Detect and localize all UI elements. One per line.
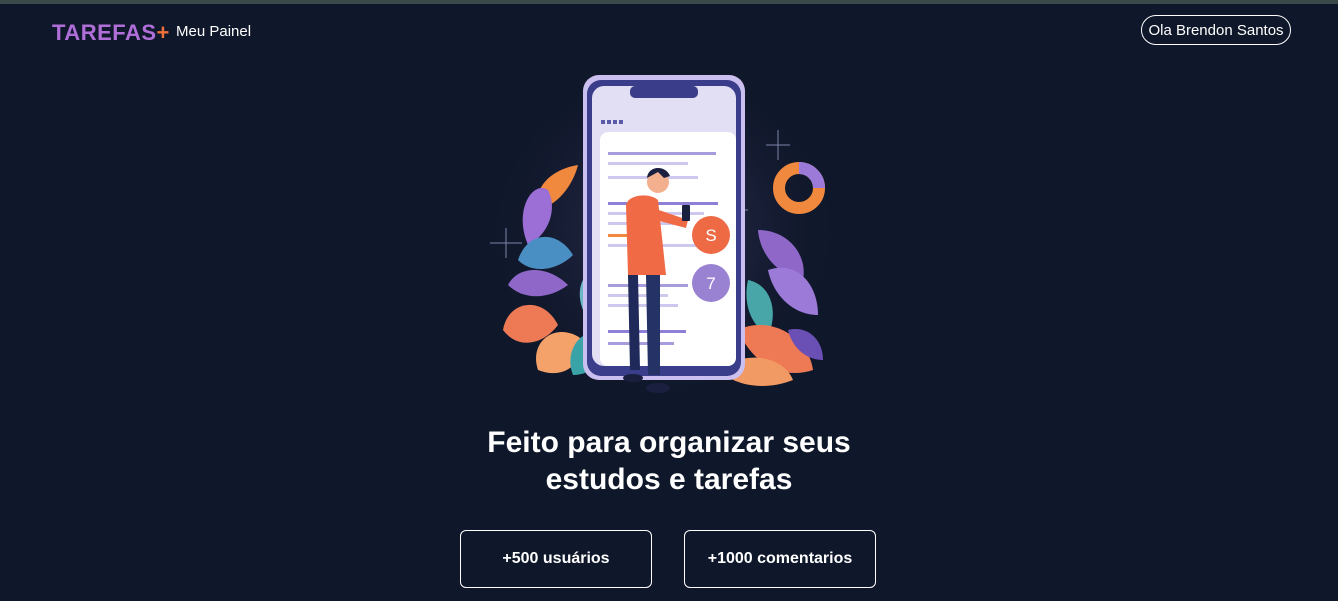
svg-text:7: 7 xyxy=(706,274,715,293)
svg-text:S: S xyxy=(705,226,716,245)
stat-label: +500 usuários xyxy=(502,550,610,567)
stat-card-comments: +1000 comentarios xyxy=(684,530,876,588)
hero-title: Feito para organizar seus estudos e tare… xyxy=(0,424,1338,498)
logo[interactable]: TAREFAS+ xyxy=(52,20,170,46)
stat-label: +1000 comentarios xyxy=(707,550,853,567)
hero-illustration: S 7 xyxy=(490,75,833,405)
badge-7: 7 xyxy=(692,264,730,302)
stat-card-users: +500 usuários xyxy=(460,530,652,588)
hero-title-line1: Feito para organizar seus xyxy=(487,426,851,459)
badge-s: S xyxy=(692,216,730,254)
top-navbar: TAREFAS+ Meu Painel Ola Brendon Santos xyxy=(0,4,1338,60)
logo-plus: + xyxy=(156,20,170,45)
nav-link-meu-painel[interactable]: Meu Painel xyxy=(176,23,251,40)
hero-title-line2: estudos e tarefas xyxy=(545,463,793,496)
logo-text: TAREFAS xyxy=(52,20,157,45)
user-button[interactable]: Ola Brendon Santos xyxy=(1141,15,1291,45)
